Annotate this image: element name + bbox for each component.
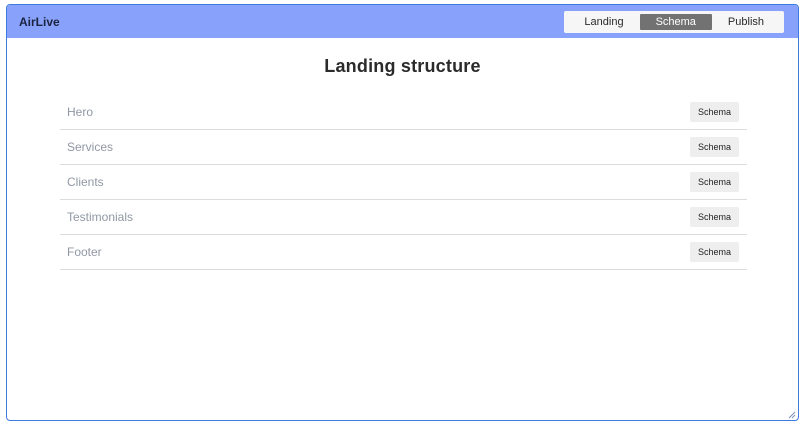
schema-button[interactable]: Schema — [689, 242, 739, 262]
schema-button[interactable]: Schema — [689, 172, 739, 192]
resize-grip-icon[interactable] — [788, 411, 796, 419]
section-label: Hero — [67, 105, 94, 119]
nav-tabs: Landing Schema Publish — [564, 10, 784, 33]
page-title: Landing structure — [324, 56, 481, 76]
schema-button[interactable]: Schema — [689, 102, 739, 122]
section-label: Clients — [67, 175, 104, 189]
tab-schema[interactable]: Schema — [639, 13, 712, 30]
section-label: Testimonials — [67, 210, 134, 224]
app-window: AirLive Landing Schema Publish Landing s… — [6, 4, 799, 421]
section-row-testimonials: Testimonials Schema — [60, 200, 747, 235]
section-row-services: Services Schema — [60, 130, 747, 165]
section-label: Services — [67, 140, 114, 154]
section-row-clients: Clients Schema — [60, 165, 747, 200]
section-list: Hero Schema Services Schema Clients Sche… — [60, 95, 747, 270]
tab-landing[interactable]: Landing — [568, 14, 639, 30]
section-row-hero: Hero Schema — [60, 95, 747, 130]
section-row-footer: Footer Schema — [60, 235, 747, 270]
schema-button[interactable]: Schema — [689, 207, 739, 227]
section-label: Footer — [67, 245, 102, 259]
top-bar: AirLive Landing Schema Publish — [7, 5, 798, 38]
tab-publish[interactable]: Publish — [712, 14, 780, 30]
main-content: Landing structure Hero Schema Services S… — [7, 38, 798, 270]
schema-button[interactable]: Schema — [689, 137, 739, 157]
app-brand: AirLive — [19, 14, 60, 29]
